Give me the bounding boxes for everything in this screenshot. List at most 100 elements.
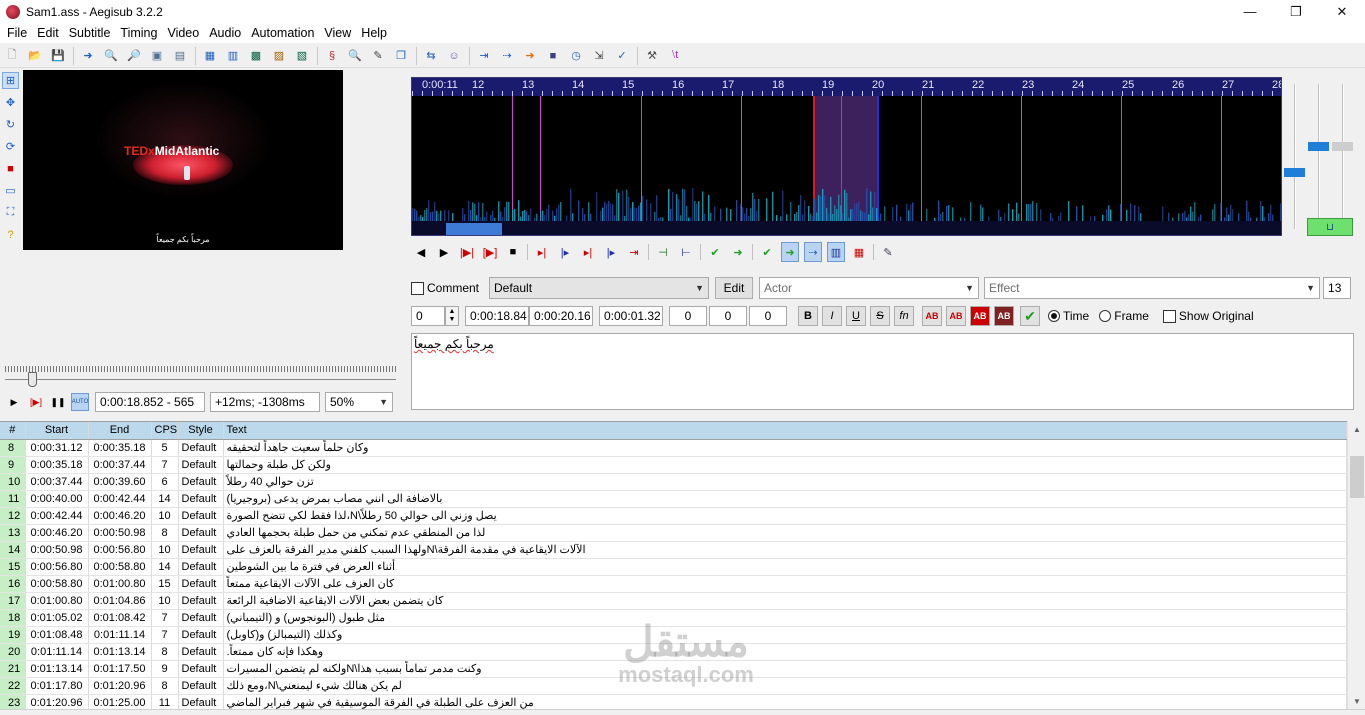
spell-check-icon[interactable]: ✓ <box>613 47 631 65</box>
commit-check-icon[interactable]: ✔ <box>1020 306 1040 326</box>
spellcheck-icon[interactable]: ✎ <box>369 47 387 65</box>
play-current-line-icon[interactable]: [▶] <box>481 242 499 262</box>
table-row[interactable]: 23 0:01:20.96 0:01:25.00 11 Default من العزف … <box>0 694 1347 709</box>
play-line-icon[interactable]: [▶] <box>27 393 45 411</box>
commit-icon[interactable]: ✔ <box>706 242 724 262</box>
vertical-zoom-thumb[interactable] <box>1308 142 1329 151</box>
translation-assistant-icon[interactable]: ❐ <box>392 47 410 65</box>
comment-checkbox[interactable] <box>411 281 424 295</box>
strikeout-button[interactable]: S <box>870 306 890 326</box>
margin-vertical-field[interactable]: 0 <box>749 306 787 326</box>
resample-icon[interactable]: ▧ <box>293 47 311 65</box>
rotate-xy-icon[interactable]: ⟳ <box>2 138 19 155</box>
start-time-field[interactable]: 0:00:18.84 <box>465 306 529 326</box>
menu-subtitle[interactable]: Subtitle <box>64 26 116 40</box>
drag-tool-icon[interactable]: ✥ <box>2 94 19 111</box>
margin-right-field[interactable]: 0 <box>709 306 747 326</box>
stop-audio-icon[interactable]: ■ <box>504 242 522 262</box>
primary-color-button[interactable]: AB <box>922 306 942 326</box>
margin-left-field[interactable]: 0 <box>669 306 707 326</box>
table-row[interactable]: 10 0:00:37.44 0:00:39.60 6 Default تزن حوالي … <box>0 473 1347 491</box>
timing-postprocessor-icon[interactable]: ⇢ <box>498 47 516 65</box>
attachments-icon[interactable]: ▩ <box>247 47 265 65</box>
menu-automation[interactable]: Automation <box>246 26 319 40</box>
play-icon[interactable]: ▶ <box>5 393 23 411</box>
properties-icon[interactable]: ▦ <box>201 47 219 65</box>
karaoke-split-icon[interactable]: ✎ <box>879 242 897 262</box>
table-row[interactable]: 11 0:00:40.00 0:00:42.44 14 Default بالاضافة … <box>0 490 1347 508</box>
video-time-field[interactable]: 0:00:18.852 - 565 <box>95 392 205 412</box>
new-file-icon[interactable]: 🗋 <box>3 47 21 65</box>
help-icon[interactable]: ? <box>2 226 19 243</box>
shift-times-icon[interactable]: ⇆ <box>422 47 440 65</box>
table-row[interactable]: 19 0:01:08.48 0:01:11.14 7 Default وكذلك (الت… <box>0 626 1347 644</box>
video-seek-thumb[interactable] <box>28 372 37 387</box>
volume-slider[interactable] <box>1342 84 1344 229</box>
menu-help[interactable]: Help <box>356 26 392 40</box>
auto-scroll-icon[interactable]: ⇢ <box>804 242 822 262</box>
table-row[interactable]: 9 0:00:35.18 0:00:37.44 7 Default ولكن كل طبل… <box>0 456 1347 474</box>
horizontal-zoom-slider[interactable] <box>1294 84 1296 229</box>
table-row[interactable]: 12 0:00:42.44 0:00:46.20 10 Default يصل وزني … <box>0 507 1347 525</box>
col-end-header[interactable]: End <box>88 422 152 440</box>
time-radio[interactable] <box>1048 310 1060 322</box>
auto-commit-icon[interactable]: ✔ <box>758 242 776 262</box>
underline-button[interactable]: U <box>846 306 866 326</box>
volume-thumb[interactable] <box>1332 142 1353 151</box>
vector-clip-icon[interactable]: ⛶ <box>2 204 19 221</box>
spectrum-mode-icon[interactable]: ▥ <box>827 242 845 262</box>
outline-color-button[interactable]: AB <box>970 306 990 326</box>
open-video-icon[interactable]: ▣ <box>148 47 166 65</box>
frame-radio[interactable] <box>1099 310 1112 322</box>
menu-timing[interactable]: Timing <box>115 26 162 40</box>
open-file-icon[interactable]: 📂 <box>26 47 44 65</box>
play-begin-icon[interactable]: |▸ <box>556 242 574 262</box>
col-style-header[interactable]: Style <box>178 422 224 440</box>
clip-rect-icon[interactable]: ▭ <box>2 182 19 199</box>
styling-assistant-icon[interactable]: ☺ <box>445 47 463 65</box>
zoom-select[interactable]: 50% ▼ <box>325 392 393 412</box>
menu-view[interactable]: View <box>319 26 356 40</box>
bold-button[interactable]: B <box>798 306 818 326</box>
scroll-down-icon[interactable]: ▼ <box>1348 693 1365 709</box>
play-selection-icon[interactable]: |▶| <box>458 242 476 262</box>
style-select[interactable]: Default ▼ <box>489 277 710 299</box>
col-start-header[interactable]: Start <box>25 422 89 440</box>
table-row[interactable]: 14 0:00:50.98 0:00:56.80 10 Default الآلات ال… <box>0 541 1347 559</box>
scroll-up-icon[interactable]: ▲ <box>1348 421 1365 437</box>
go-to-next-icon[interactable]: ➜ <box>729 242 747 262</box>
resolution-icon[interactable]: ⇲ <box>590 47 608 65</box>
karaoke-icon[interactable]: ▦ <box>850 242 868 262</box>
link-sliders-icon[interactable]: ⊔ <box>1307 218 1353 236</box>
maximize-button[interactable]: ❐ <box>1273 0 1319 23</box>
find-icon[interactable]: 🔍 <box>346 47 364 65</box>
table-row[interactable]: 16 0:00:58.80 0:01:00.80 15 Default كان العزف… <box>0 575 1347 593</box>
grid-scrollbar[interactable]: ▲ ▼ <box>1347 421 1365 709</box>
pause-icon[interactable]: ❚❚ <box>49 393 67 411</box>
col-number-header[interactable]: # <box>0 422 26 440</box>
table-row[interactable]: 8 0:00:31.12 0:00:35.18 5 Default وكان حلماً … <box>0 439 1347 457</box>
audio-waveform[interactable]: 0:00:11 12 13 14 15 16 17 18 19 20 21 22 23 24 25 26 27 2… <box>411 77 1282 236</box>
subtitle-text-editor[interactable]: مرحباً بكم جميعاً <box>411 333 1354 410</box>
styles-manager-icon[interactable]: ▥ <box>224 47 242 65</box>
zoom-in-icon[interactable]: 🔍 <box>102 47 120 65</box>
automation-icon[interactable]: § <box>323 47 341 65</box>
select-lines-icon[interactable]: ➜ <box>521 47 539 65</box>
minimize-button[interactable]: — <box>1227 0 1273 23</box>
video-seek-bar[interactable] <box>5 366 396 380</box>
autoscroll-video-icon[interactable]: AUTO <box>71 393 89 411</box>
next-line-icon[interactable]: ▶ <box>435 242 453 262</box>
fonts-collector-icon[interactable]: ▨ <box>270 47 288 65</box>
table-row[interactable]: 22 0:01:17.80 0:01:20.96 8 Default لم يكن هنا… <box>0 677 1347 695</box>
open-audio-icon[interactable]: ▤ <box>171 47 189 65</box>
table-row[interactable]: 17 0:01:00.80 0:01:04.86 10 Default كان يتضمن… <box>0 592 1347 610</box>
col-text-header[interactable]: Text <box>223 422 1347 440</box>
rotate-z-icon[interactable]: ↻ <box>2 116 19 133</box>
zoom-out-icon[interactable]: 🔎 <box>125 47 143 65</box>
standard-tool-icon[interactable]: ⊞ <box>2 72 19 89</box>
lead-in-icon[interactable]: ⊣ <box>654 242 672 262</box>
play-before-icon[interactable]: ▸| <box>533 242 551 262</box>
show-original-checkbox[interactable] <box>1162 309 1176 323</box>
jump-to-icon[interactable]: ➜ <box>79 47 97 65</box>
close-button[interactable]: ✕ <box>1319 0 1365 23</box>
